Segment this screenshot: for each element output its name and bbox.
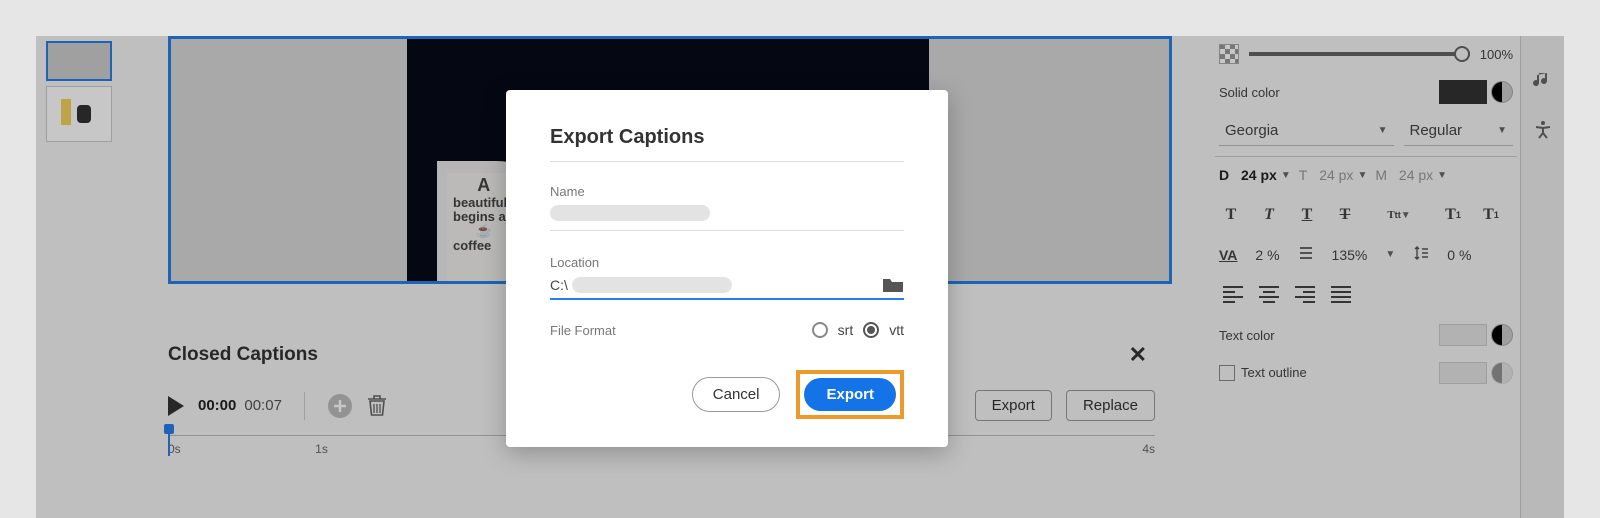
location-field-label: Location — [550, 255, 904, 270]
app-frame: A beautiful begins aft ☕ coffee Closed C… — [36, 36, 1564, 518]
name-input[interactable] — [550, 205, 904, 231]
radio-srt[interactable] — [812, 322, 828, 338]
name-field-label: Name — [550, 184, 904, 199]
radio-vtt[interactable] — [863, 322, 879, 338]
cancel-button[interactable]: Cancel — [692, 377, 781, 412]
folder-icon[interactable] — [882, 276, 904, 294]
radio-vtt-label: vtt — [889, 322, 904, 338]
export-button[interactable]: Export — [804, 378, 896, 411]
location-input[interactable] — [572, 277, 732, 293]
file-format-label: File Format — [550, 323, 616, 338]
location-prefix: C:\ — [550, 277, 568, 293]
export-button-highlight: Export — [796, 370, 904, 419]
modal-title: Export Captions — [550, 126, 904, 149]
radio-srt-label: srt — [838, 322, 854, 338]
export-captions-modal: Export Captions Name Location C:\ File F… — [506, 90, 948, 447]
